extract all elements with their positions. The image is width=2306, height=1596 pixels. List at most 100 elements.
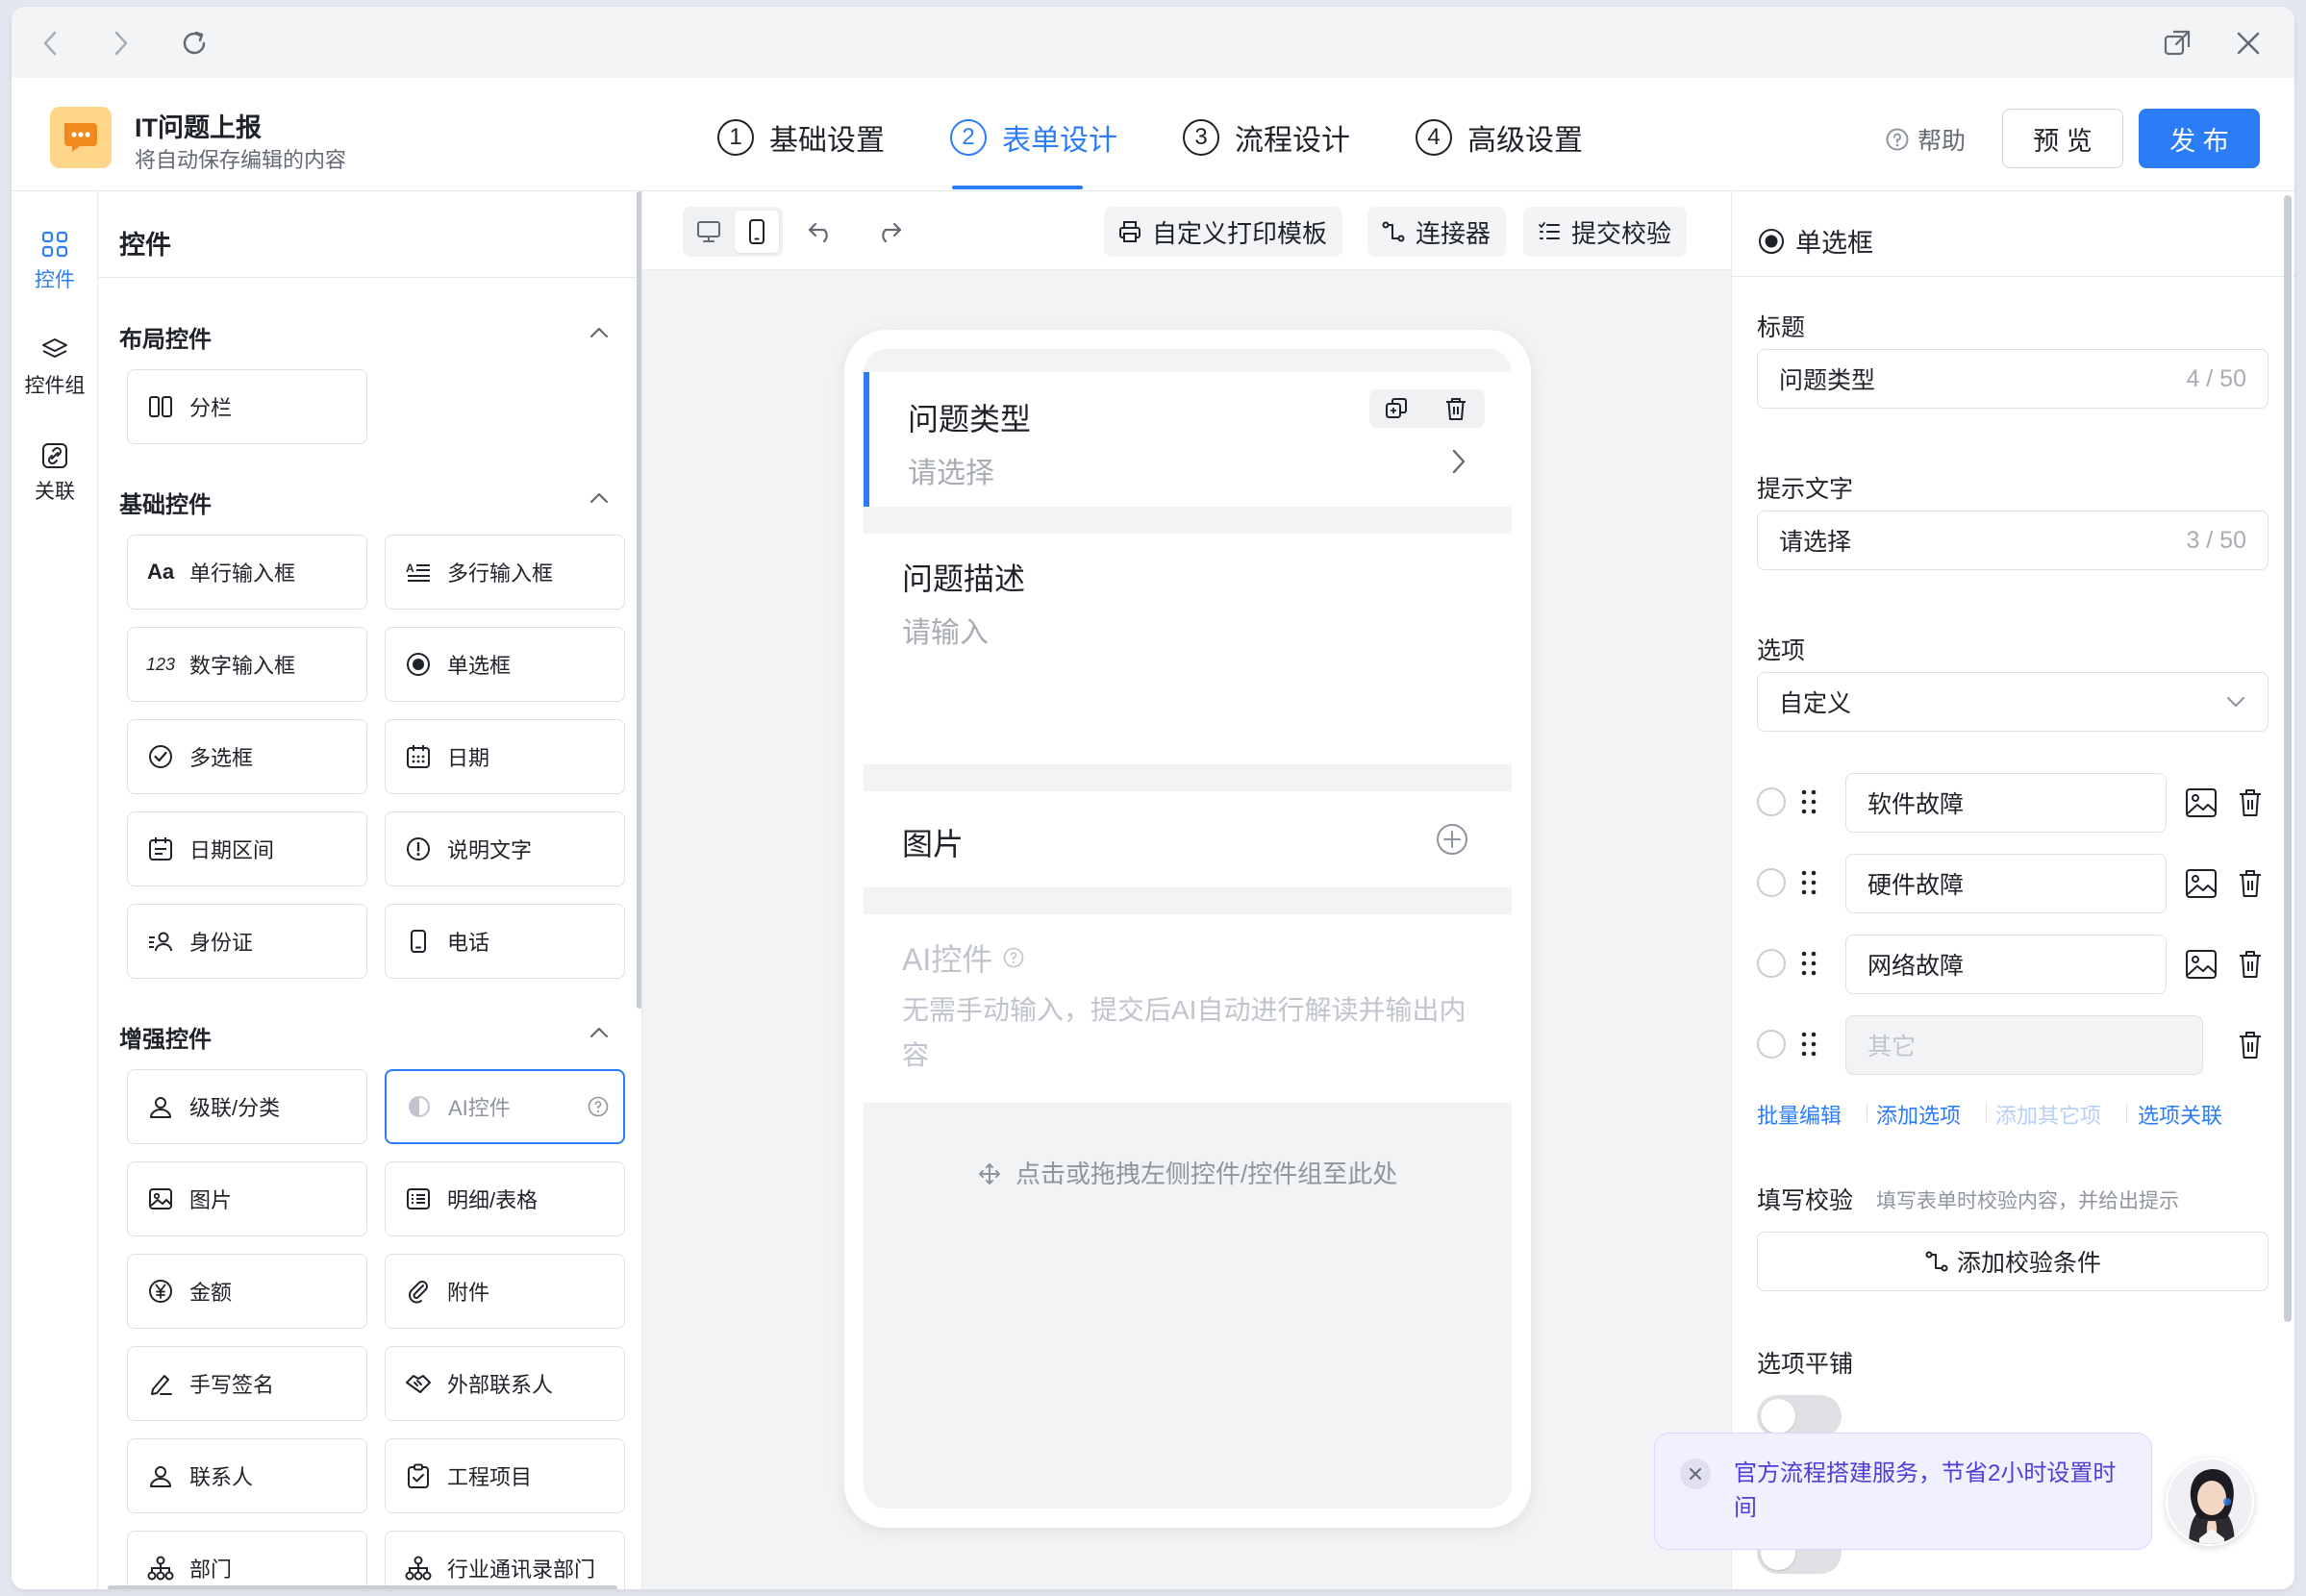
add-validation-button[interactable]: 添加校验条件 <box>1757 1232 2268 1291</box>
redo-button[interactable] <box>869 212 908 251</box>
trash-icon[interactable] <box>2236 867 2265 900</box>
option-other-input[interactable]: 其它 <box>1845 1015 2203 1075</box>
rail-item-groups[interactable]: 控件组 <box>12 336 98 399</box>
field-toolbar <box>1369 389 1485 428</box>
control-project[interactable]: 工程项目 <box>385 1438 625 1513</box>
option-relation-link[interactable]: 选项关联 <box>2138 1099 2222 1130</box>
option-default-radio[interactable] <box>1757 868 1786 897</box>
org-chart-icon <box>145 1553 176 1584</box>
form-field-ai[interactable]: AI控件 无需手动输入，提交后AI自动进行解读并输出内容 <box>864 914 1512 1103</box>
control-cascade[interactable]: 级联/分类 <box>127 1069 367 1144</box>
control-description-text[interactable]: 说明文字 <box>385 811 625 886</box>
control-date-range[interactable]: 日期区间 <box>127 811 367 886</box>
option-default-radio[interactable] <box>1757 949 1786 978</box>
control-radio[interactable]: 单选框 <box>385 627 625 702</box>
image-icon[interactable] <box>2184 786 2218 819</box>
connector-icon <box>1382 221 1405 242</box>
open-external-icon[interactable] <box>2160 26 2194 61</box>
left-rail: 控件 控件组 关联 <box>12 191 98 1589</box>
control-columns[interactable]: 分栏 <box>127 369 367 444</box>
batch-edit-link[interactable]: 批量编辑 <box>1757 1099 1842 1130</box>
image-icon[interactable] <box>2184 948 2218 981</box>
trash-icon[interactable] <box>2236 948 2265 981</box>
copy-icon[interactable] <box>1383 395 1410 422</box>
control-attachment[interactable]: 附件 <box>385 1254 625 1329</box>
step-form-design[interactable]: 2 表单设计 <box>950 116 1117 159</box>
refresh-icon[interactable] <box>177 26 212 61</box>
preview-button[interactable]: 预 览 <box>2002 109 2123 168</box>
rail-item-controls[interactable]: 控件 <box>12 230 98 293</box>
back-icon[interactable] <box>33 26 67 61</box>
control-contact[interactable]: 联系人 <box>127 1438 367 1513</box>
control-image[interactable]: 图片 <box>127 1161 367 1236</box>
control-external-contact[interactable]: 外部联系人 <box>385 1346 625 1421</box>
connector-button[interactable]: 连接器 <box>1367 207 1507 257</box>
option-default-radio[interactable] <box>1757 1030 1786 1059</box>
promo-close-button[interactable] <box>1680 1459 1711 1489</box>
control-department[interactable]: 部门 <box>127 1531 367 1589</box>
options-mode-select[interactable]: 自定义 <box>1757 672 2268 732</box>
trash-icon[interactable] <box>1442 395 1469 422</box>
control-phone[interactable]: 电话 <box>385 904 625 979</box>
rail-item-relations[interactable]: 关联 <box>12 441 98 505</box>
submit-check-button[interactable]: 提交校验 <box>1523 207 1688 257</box>
control-detail-table[interactable]: 明细/表格 <box>385 1161 625 1236</box>
promo-banner[interactable]: 官方流程搭建服务，节省2小时设置时间 <box>1654 1433 2152 1550</box>
control-number-input[interactable]: 123 数字输入框 <box>127 627 367 702</box>
drop-hint[interactable]: 点击或拖拽左侧控件/控件组至此处 <box>864 1155 1512 1190</box>
trash-icon[interactable] <box>2236 786 2265 819</box>
mobile-view-button[interactable] <box>735 211 779 253</box>
add-circle-icon[interactable] <box>1435 822 1469 857</box>
control-label: 工程项目 <box>447 1465 533 1489</box>
desktop-view-button[interactable] <box>687 211 731 253</box>
title-input[interactable]: 问题类型 4 / 50 <box>1757 349 2268 409</box>
drag-handle-icon[interactable] <box>1799 866 1818 899</box>
drag-handle-icon[interactable] <box>1799 947 1818 980</box>
chevron-up-icon[interactable] <box>589 491 610 505</box>
option-input[interactable]: 网络故障 <box>1845 935 2167 994</box>
columns-icon <box>145 391 176 422</box>
control-ai[interactable]: AI控件 <box>385 1069 625 1144</box>
palette-horizontal-scrollbar[interactable] <box>108 1585 617 1589</box>
publish-button[interactable]: 发 布 <box>2139 109 2260 168</box>
link-icon <box>42 443 67 468</box>
option-input[interactable]: 软件故障 <box>1845 773 2167 833</box>
drag-handle-icon[interactable] <box>1799 1028 1818 1060</box>
step-basic-settings[interactable]: 1 基础设置 <box>717 116 885 159</box>
step-advanced-settings[interactable]: 4 高级设置 <box>1416 116 1583 159</box>
tile-options-toggle[interactable] <box>1757 1395 1842 1437</box>
control-date[interactable]: 日期 <box>385 719 625 794</box>
form-field-issue-type[interactable]: 问题类型 请选择 <box>864 372 1512 507</box>
form-field-image[interactable]: 图片 <box>864 791 1512 887</box>
control-industry-directory-department[interactable]: 行业通讯录部门 <box>385 1531 625 1589</box>
control-label: 单行输入框 <box>189 561 296 586</box>
app-logo-icon <box>50 107 112 168</box>
control-id-card[interactable]: 身份证 <box>127 904 367 979</box>
trash-icon[interactable] <box>2236 1029 2265 1061</box>
options-label: 选项 <box>1757 637 1806 664</box>
control-signature[interactable]: 手写签名 <box>127 1346 367 1421</box>
add-option-link[interactable]: 添加选项 <box>1876 1099 1961 1130</box>
add-other-option-link: 添加其它项 <box>1995 1104 2102 1128</box>
chevron-up-icon[interactable] <box>589 1026 610 1039</box>
control-checkbox[interactable]: 多选框 <box>127 719 367 794</box>
print-template-button[interactable]: 自定义打印模板 <box>1104 207 1343 257</box>
option-default-radio[interactable] <box>1757 787 1786 816</box>
control-amount[interactable]: 金额 <box>127 1254 367 1329</box>
form-field-issue-description[interactable]: 问题描述 请输入 <box>864 534 1512 764</box>
connector-icon <box>1925 1251 1948 1272</box>
help-link[interactable]: 帮助 <box>1885 122 1966 157</box>
close-icon[interactable] <box>2231 26 2266 61</box>
step-flow-design[interactable]: 3 流程设计 <box>1183 116 1350 159</box>
control-multi-line-input[interactable]: A 多行输入框 <box>385 535 625 610</box>
option-input[interactable]: 硬件故障 <box>1845 854 2167 913</box>
undo-button[interactable] <box>802 212 840 251</box>
service-avatar[interactable] <box>2166 1458 2254 1546</box>
forward-icon[interactable] <box>104 26 138 61</box>
control-single-line-input[interactable]: Aa 单行输入框 <box>127 535 367 610</box>
image-icon[interactable] <box>2184 867 2218 900</box>
properties-scrollbar[interactable] <box>2284 195 2292 1322</box>
drag-handle-icon[interactable] <box>1799 786 1818 818</box>
hint-input[interactable]: 请选择 3 / 50 <box>1757 511 2268 570</box>
chevron-up-icon[interactable] <box>589 326 610 339</box>
